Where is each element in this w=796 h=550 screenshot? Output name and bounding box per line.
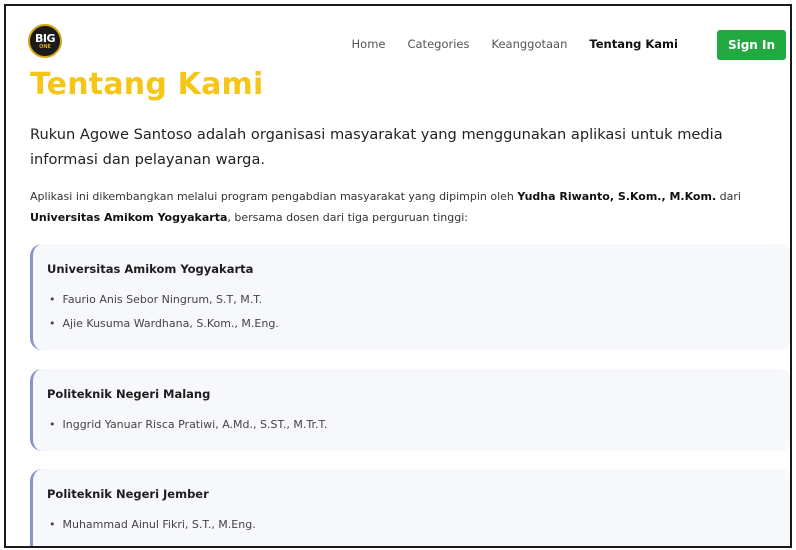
desc-leader: Yudha Riwanto, S.Kom., M.Kom. bbox=[517, 190, 717, 203]
member-list: Muhammad Ainul Fikri, S.T., M.Eng. bbox=[49, 513, 256, 537]
member-item: Inggrid Yanuar Risca Pratiwi, A.Md., S.S… bbox=[49, 413, 328, 437]
institution-card: Politeknik Negeri Jember Muhammad Ainul … bbox=[30, 469, 790, 546]
institution-card: Universitas Amikom Yogyakarta Faurio Ani… bbox=[30, 244, 790, 350]
institution-name: Politeknik Negeri Malang bbox=[47, 387, 211, 401]
signin-button[interactable]: Sign In bbox=[717, 30, 786, 60]
desc-prefix: Aplikasi ini dikembangkan melalui progra… bbox=[30, 190, 518, 203]
desc-institution: Universitas Amikom Yogyakarta bbox=[30, 211, 228, 224]
member-item: Ajie Kusuma Wardhana, S.Kom., M.Eng. bbox=[49, 312, 279, 336]
desc-mid: dari bbox=[716, 190, 741, 203]
nav-links: Home Categories Keanggotaan Tentang Kami bbox=[330, 37, 678, 51]
navbar: BIG ONE Home Categories Keanggotaan Tent… bbox=[6, 6, 790, 68]
institution-name: Universitas Amikom Yogyakarta bbox=[47, 262, 254, 276]
member-item: Faurio Anis Sebor Ningrum, S.T, M.T. bbox=[49, 288, 279, 312]
logo-subtext: ONE bbox=[39, 43, 51, 50]
member-list: Faurio Anis Sebor Ningrum, S.T, M.T. Aji… bbox=[49, 288, 279, 336]
nav-about[interactable]: Tentang Kami bbox=[589, 37, 678, 51]
nav-home[interactable]: Home bbox=[352, 37, 386, 51]
member-list: Inggrid Yanuar Risca Pratiwi, A.Md., S.S… bbox=[49, 413, 328, 437]
institution-card: Politeknik Negeri Malang Inggrid Yanuar … bbox=[30, 369, 790, 451]
description-text: Aplikasi ini dikembangkan melalui progra… bbox=[30, 186, 790, 228]
nav-categories[interactable]: Categories bbox=[407, 37, 469, 51]
institution-name: Politeknik Negeri Jember bbox=[47, 487, 209, 501]
logo-text: BIG bbox=[34, 31, 56, 45]
logo[interactable]: BIG ONE bbox=[28, 24, 62, 58]
member-item: Muhammad Ainul Fikri, S.T., M.Eng. bbox=[49, 513, 256, 537]
desc-suffix: , bersama dosen dari tiga perguruan ting… bbox=[227, 211, 468, 224]
nav-membership[interactable]: Keanggotaan bbox=[491, 37, 567, 51]
browser-frame: BIG ONE Home Categories Keanggotaan Tent… bbox=[4, 4, 792, 548]
page-title: Tentang Kami bbox=[30, 67, 264, 102]
intro-text: Rukun Agowe Santoso adalah organisasi ma… bbox=[30, 126, 723, 168]
